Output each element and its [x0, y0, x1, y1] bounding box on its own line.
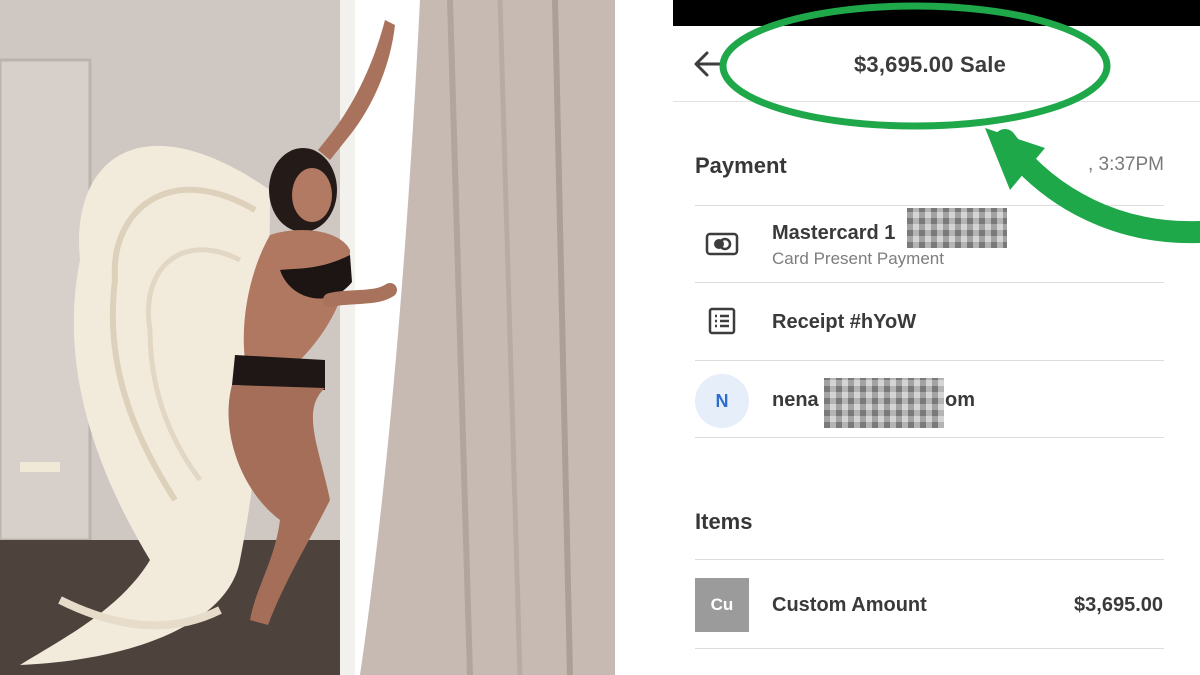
redacted-card-number — [907, 208, 1007, 248]
payment-time: , 3:37PM — [1087, 154, 1164, 175]
row-divider — [695, 282, 1164, 283]
card-payment-type: Card Present Payment — [772, 249, 944, 268]
transaction-detail-panel: $3,695.00 Sale Payment , 3:37PM Masterca… — [615, 0, 1200, 675]
card-label: Mastercard 1 — [772, 222, 896, 244]
row-divider — [695, 648, 1164, 649]
customer-email-suffix: om — [945, 389, 975, 411]
arrow-left-icon — [694, 51, 725, 77]
boudoir-photo — [0, 0, 615, 675]
customer-avatar: N — [695, 374, 749, 428]
row-divider — [695, 205, 1164, 206]
receipt-label: Receipt #hYoW — [772, 311, 917, 333]
payment-section-title: Payment — [695, 153, 787, 178]
items-section-title: Items — [695, 509, 753, 534]
credit-card-icon — [705, 227, 739, 261]
row-divider — [695, 559, 1164, 560]
page-title: $3,695.00 Sale — [853, 52, 1007, 77]
receipt-icon — [705, 304, 739, 338]
photo-illustration — [0, 0, 615, 675]
row-divider — [695, 360, 1164, 361]
customer-email-prefix: nena — [772, 389, 819, 411]
item-thumbnail: Cu — [695, 578, 749, 632]
redacted-email — [824, 378, 944, 428]
item-name: Custom Amount — [772, 594, 927, 616]
status-bar — [673, 0, 1200, 26]
row-divider — [695, 437, 1164, 438]
header-divider — [673, 101, 1200, 102]
back-button[interactable] — [693, 50, 727, 80]
item-price: $3,695.00 — [1074, 594, 1163, 616]
